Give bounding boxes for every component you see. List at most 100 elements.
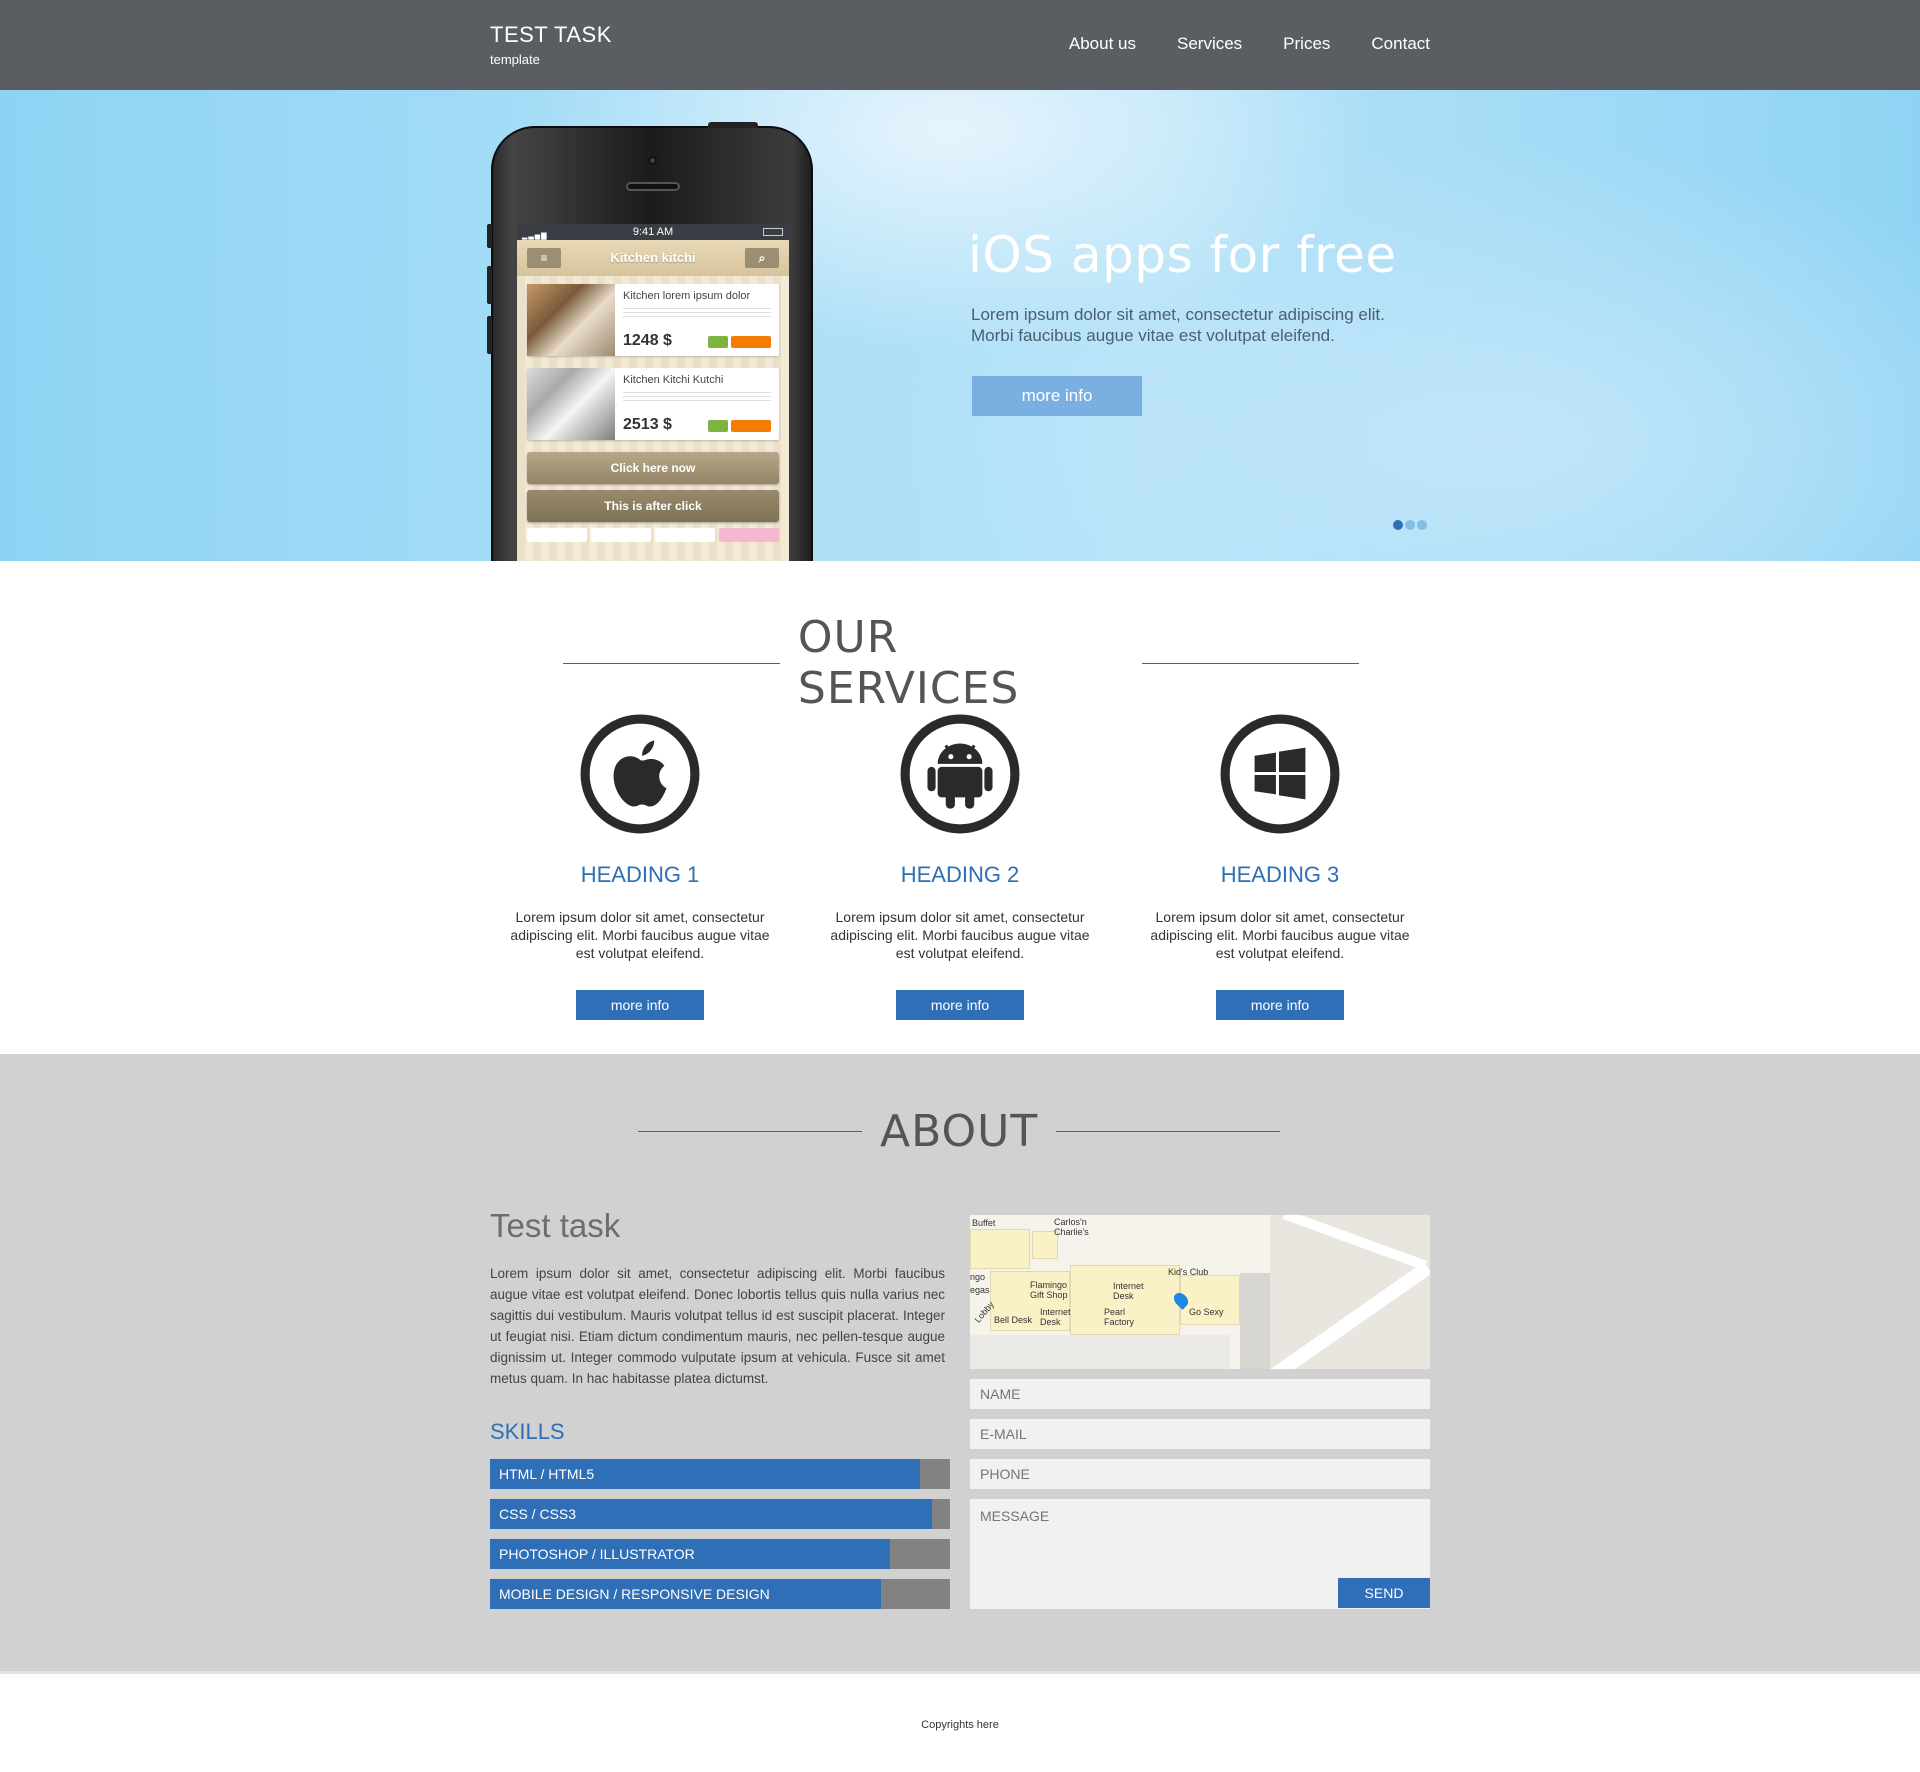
services-title: OUR SERVICES [797, 612, 1020, 714]
map-label: Internet Desk [1113, 1281, 1144, 1301]
mini-normal-button [527, 528, 587, 542]
service-more-info-button[interactable]: more info [576, 990, 704, 1020]
map-label: Carlos'n Charlie's [1054, 1217, 1089, 1237]
map-block [1180, 1275, 1240, 1325]
service-more-info-button[interactable]: more info [896, 990, 1024, 1020]
about-text: Lorem ipsum dolor sit amet, consectetur … [490, 1266, 945, 1386]
service-heading: HEADING 3 [1220, 862, 1340, 887]
service-text: Lorem ipsum dolor sit amet, consectetur … [1150, 909, 1410, 961]
phone-item-price: 2513 $ [623, 416, 672, 433]
phone-after-click-button: This is after click [527, 490, 779, 522]
mini-active-button [655, 528, 715, 542]
phone-screen: ▂▃▅▇ 9:41 AM ≡ Kitchen kitchi ⌕ Kitchen … [517, 224, 789, 561]
name-field[interactable] [970, 1379, 1430, 1409]
mini-after-button [719, 528, 779, 542]
phone-time: 9:41 AM [632, 226, 674, 238]
map-label: Flamingo Gift Shop [1030, 1280, 1068, 1300]
info-tag [708, 336, 728, 348]
menu-icon: ≡ [527, 248, 561, 268]
kitchen-image [527, 368, 615, 440]
send-button[interactable]: SEND [1338, 1578, 1430, 1608]
phone-app-bar: ≡ Kitchen kitchi ⌕ [517, 240, 789, 276]
slider-dot-3[interactable] [1417, 520, 1427, 530]
phone-field[interactable] [970, 1459, 1430, 1489]
logo-title: TEST TASK [490, 22, 612, 47]
kitchen-image [527, 284, 615, 356]
map-label: Pearl Factory [1104, 1307, 1135, 1327]
nav-about-us[interactable]: About us [1069, 34, 1136, 54]
service-card-3: HEADING 3 Lorem ipsum dolor sit amet, co… [1150, 713, 1410, 1020]
about-title: ABOUT [880, 1106, 1039, 1157]
hero-more-info-button[interactable]: more info [972, 376, 1142, 416]
skill-label: CSS / CSS3 [499, 1506, 577, 1522]
service-text: Lorem ipsum dolor sit amet, consectetur … [510, 909, 770, 961]
site-footer: Copyrights here [0, 1671, 1920, 1772]
skill-bar: MOBILE DESIGN / RESPONSIVE DESIGN [490, 1579, 950, 1609]
copyright-text: Copyrights here [921, 1719, 999, 1731]
phone-item-title: Kitchen lorem ipsum dolor [623, 290, 751, 302]
location-map[interactable]: Buffet Carlos'n Charlie's ngo egas Flami… [970, 1215, 1430, 1369]
nav-prices[interactable]: Prices [1283, 34, 1330, 54]
search-icon: ⌕ [745, 248, 779, 268]
phone-item-title: Kitchen Kitchi Kutchi [623, 374, 724, 386]
map-label: ngo [970, 1272, 986, 1282]
add-tag [731, 420, 771, 432]
service-more-info-button[interactable]: more info [1216, 990, 1344, 1020]
nav-services[interactable]: Services [1177, 34, 1242, 54]
skill-bar: HTML / HTML5 [490, 1459, 950, 1489]
map-label: Go Sexy [1189, 1307, 1224, 1317]
phone-speaker [626, 182, 680, 191]
map-block [970, 1229, 1030, 1269]
phone-list-item: Kitchen lorem ipsum dolor 1248 $ [527, 284, 779, 356]
map-label: Internet Desk [1040, 1307, 1071, 1327]
phone-app-title: Kitchen kitchi [610, 250, 696, 265]
phone-volume-up [487, 266, 492, 304]
skill-bar: CSS / CSS3 [490, 1499, 950, 1529]
service-card-2: HEADING 2 Lorem ipsum dolor sit amet, co… [830, 713, 1090, 1020]
logo-subtitle: template [490, 52, 540, 67]
slider-dots [1393, 520, 1427, 530]
hero-title: iOS apps for free [968, 226, 1397, 284]
logo[interactable]: TEST TASK template [490, 22, 612, 67]
map-label: Kid's Club [1168, 1267, 1209, 1277]
service-heading: HEADING 1 [580, 862, 700, 887]
map-label: Bell Desk [994, 1315, 1033, 1325]
about-section: ABOUT Test task Lorem ipsum dolor sit am… [0, 1054, 1920, 1671]
map-area [970, 1335, 1230, 1369]
add-tag [731, 336, 771, 348]
phone-item-description [623, 305, 771, 317]
skills-title: SKILLS [490, 1419, 565, 1444]
phone-camera [648, 156, 657, 165]
info-tag [708, 420, 728, 432]
apple-icon [580, 714, 700, 834]
slider-dot-2[interactable] [1405, 520, 1415, 530]
site-header: TEST TASK template About us Services Pri… [0, 0, 1920, 90]
windows-icon [1220, 714, 1340, 834]
phone-list-item: Kitchen Kitchi Kutchi 2513 $ [527, 368, 779, 440]
about-heading: ABOUT [638, 1106, 1282, 1157]
phone-click-button: Click here now [527, 452, 779, 484]
phone-mute-switch [487, 224, 492, 248]
email-field[interactable] [970, 1419, 1430, 1449]
about-subtitle: Test task [490, 1207, 621, 1244]
phone-mini-buttons [527, 528, 779, 542]
android-icon [900, 714, 1020, 834]
service-heading: HEADING 2 [900, 862, 1020, 887]
phone-volume-down [487, 316, 492, 354]
main-nav: About us Services Prices Contact [1069, 34, 1430, 54]
service-card-1: HEADING 1 Lorem ipsum dolor sit amet, co… [510, 713, 770, 1020]
skill-label: MOBILE DESIGN / RESPONSIVE DESIGN [499, 1586, 770, 1602]
map-area [1240, 1273, 1270, 1369]
map-label: Buffet [972, 1218, 996, 1228]
heading-divider-left [563, 662, 780, 664]
phone-list: Kitchen lorem ipsum dolor 1248 $ Kitchen… [517, 276, 789, 561]
nav-contact[interactable]: Contact [1371, 34, 1430, 54]
map-label: egas [970, 1285, 990, 1295]
service-text: Lorem ipsum dolor sit amet, consectetur … [830, 909, 1090, 961]
heading-divider-right [1142, 662, 1359, 664]
heading-divider-right [1056, 1131, 1281, 1132]
phone-item-price: 1248 $ [623, 332, 672, 349]
skill-label: HTML / HTML5 [499, 1466, 595, 1482]
services-heading: OUR SERVICES [563, 612, 1359, 714]
slider-dot-1[interactable] [1393, 520, 1403, 530]
